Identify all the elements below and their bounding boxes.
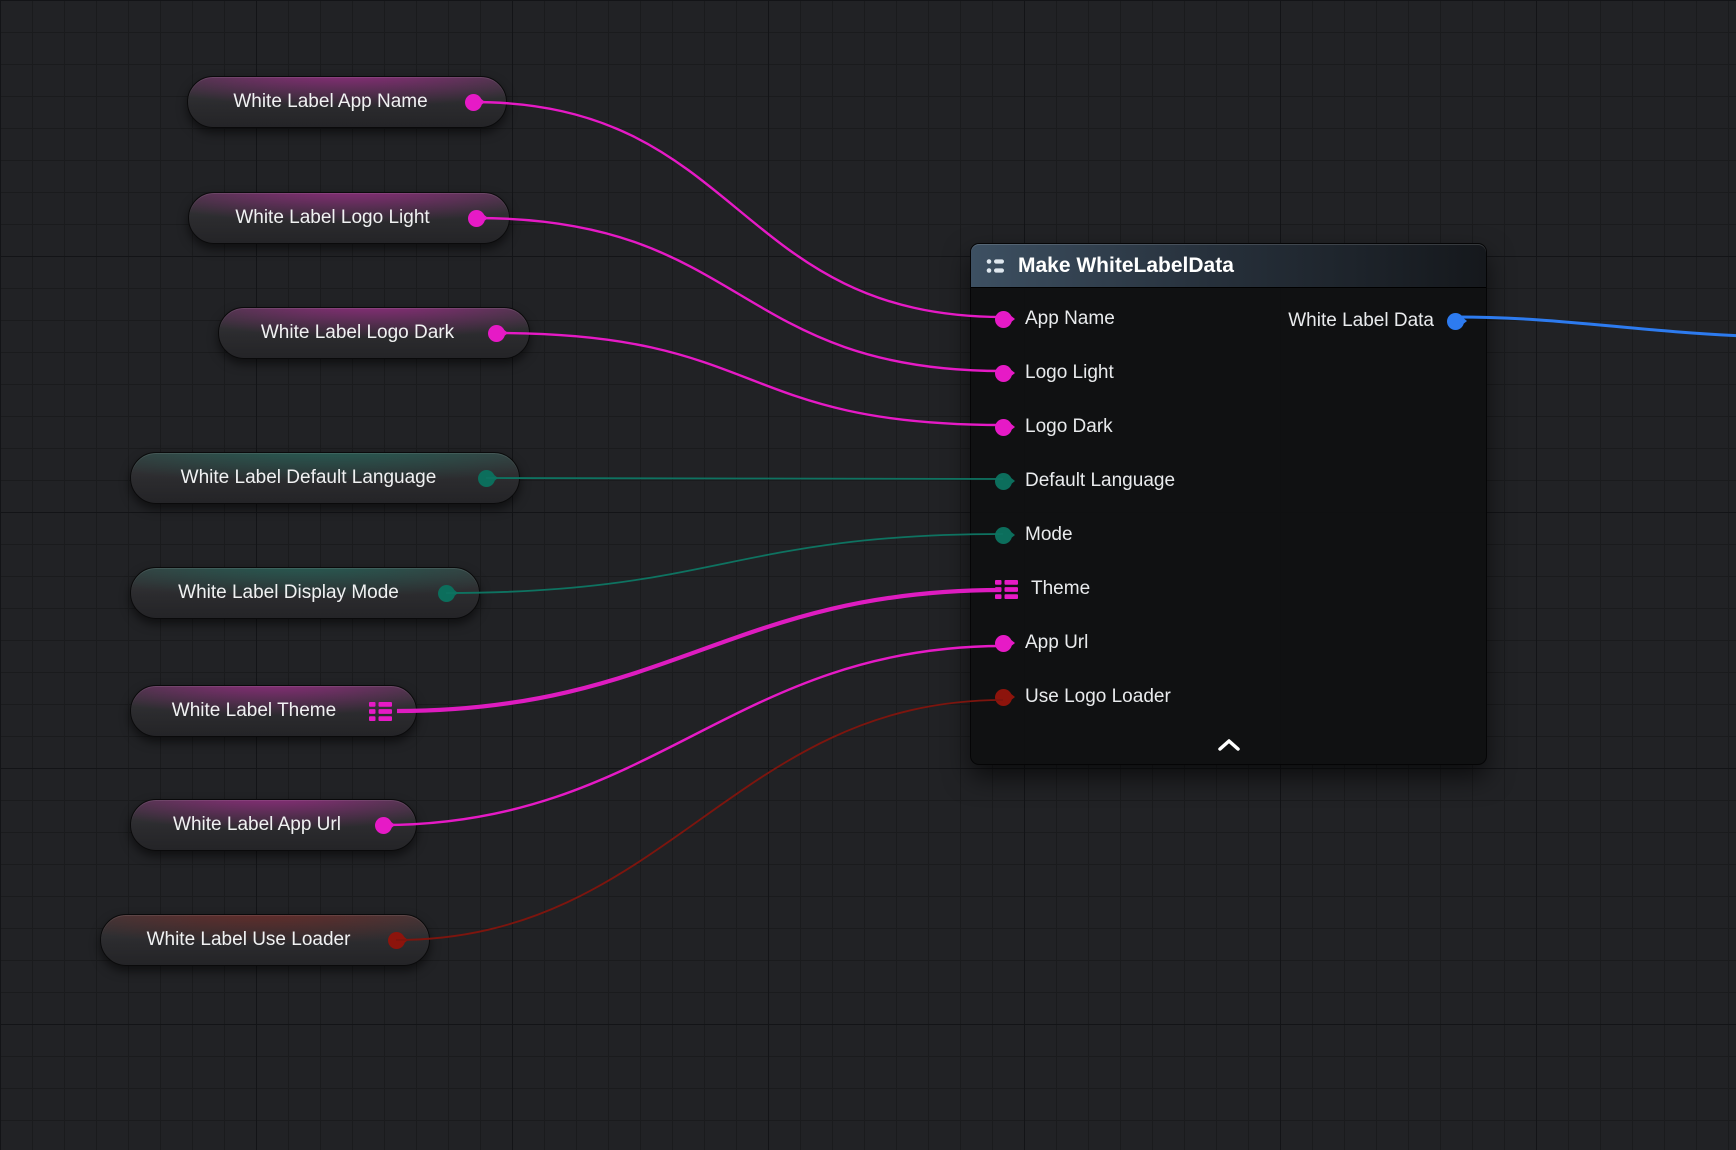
getter-node-white-label-theme[interactable]: White Label Theme <box>130 685 417 737</box>
getter-label: White Label Default Language <box>149 467 478 489</box>
string-input-pin[interactable] <box>995 311 1012 328</box>
node-header[interactable]: Make WhiteLabelData <box>971 244 1486 288</box>
chevron-up-icon <box>1216 738 1242 752</box>
wire-white-label-data[interactable] <box>1456 317 1736 336</box>
pin-label: Mode <box>1025 524 1073 546</box>
pin-row-mode: Mode <box>971 508 1486 562</box>
pin-label: Logo Dark <box>1025 416 1113 438</box>
pin-label: Default Language <box>1025 470 1175 492</box>
getter-node-white-label-logo-light[interactable]: White Label Logo Light <box>188 192 510 244</box>
blueprint-graph-canvas[interactable]: White Label App Name White Label Logo Li… <box>0 0 1736 1150</box>
node-title: Make WhiteLabelData <box>1018 254 1234 278</box>
wire-theme[interactable] <box>397 590 1001 711</box>
make-struct-icon <box>985 255 1007 277</box>
string-input-pin[interactable] <box>995 365 1012 382</box>
pin-label: Logo Light <box>1025 362 1114 384</box>
struct-output-pin[interactable] <box>1447 313 1464 330</box>
getter-node-white-label-app-url[interactable]: White Label App Url <box>130 799 417 851</box>
string-input-pin[interactable] <box>995 419 1012 436</box>
wire-mode[interactable] <box>446 534 1003 593</box>
pin-row-default-language: Default Language <box>971 454 1486 508</box>
pin-row-use-logo-loader: Use Logo Loader <box>971 670 1486 724</box>
pin-row-theme: Theme <box>971 562 1486 616</box>
node-input-pins: App Name Logo Light Logo Dark Default La… <box>971 288 1486 724</box>
make-whitelabeldata-node[interactable]: Make WhiteLabelData App Name Logo Light … <box>970 243 1487 765</box>
wire-app-url[interactable] <box>383 646 1003 825</box>
pin-label: Use Logo Loader <box>1025 686 1171 708</box>
wire-logo-light[interactable] <box>476 218 1003 371</box>
pin-label: App Url <box>1025 632 1088 654</box>
getter-label: White Label App Url <box>149 814 375 836</box>
pin-label: Theme <box>1031 578 1090 600</box>
wire-use-logo-loader[interactable] <box>396 700 1003 940</box>
string-input-pin[interactable] <box>995 635 1012 652</box>
pin-label: App Name <box>1025 308 1115 330</box>
getter-node-white-label-app-name[interactable]: White Label App Name <box>187 76 507 128</box>
getter-label: White Label Logo Dark <box>237 322 488 344</box>
getter-node-white-label-logo-dark[interactable]: White Label Logo Dark <box>218 307 530 359</box>
getter-label: White Label Theme <box>149 700 369 722</box>
getter-label: White Label App Name <box>206 91 465 113</box>
pin-label: White Label Data <box>1288 310 1434 332</box>
getter-label: White Label Logo Light <box>207 207 468 229</box>
getter-label: White Label Use Loader <box>119 929 388 951</box>
wire-logo-dark[interactable] <box>496 333 1003 425</box>
enum-input-pin[interactable] <box>995 473 1012 490</box>
wire-app-name[interactable] <box>473 102 1003 317</box>
getter-label: White Label Display Mode <box>149 582 438 604</box>
pin-row-logo-light: Logo Light <box>971 346 1486 400</box>
getter-node-white-label-use-loader[interactable]: White Label Use Loader <box>100 914 430 966</box>
getter-node-white-label-display-mode[interactable]: White Label Display Mode <box>130 567 480 619</box>
pin-row-app-url: App Url <box>971 616 1486 670</box>
getter-node-white-label-default-language[interactable]: White Label Default Language <box>130 452 520 504</box>
enum-input-pin[interactable] <box>995 527 1012 544</box>
bool-input-pin[interactable] <box>995 689 1012 706</box>
pin-row-white-label-data-output: White Label Data <box>1288 294 1464 348</box>
collapse-node-button[interactable] <box>1207 732 1251 758</box>
struct-grid-pin-icon[interactable] <box>369 702 392 721</box>
wire-default-language[interactable] <box>486 478 1003 479</box>
pin-row-logo-dark: Logo Dark <box>971 400 1486 454</box>
